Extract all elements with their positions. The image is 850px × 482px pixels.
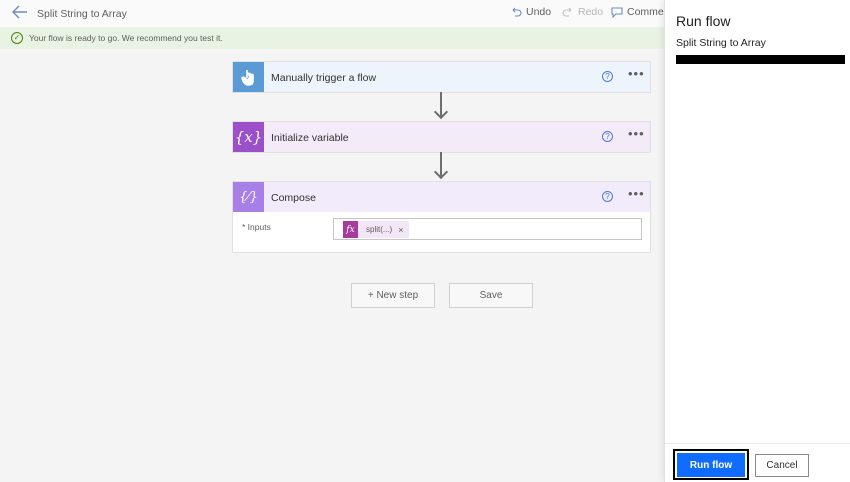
arrow-down-icon [433, 104, 449, 120]
help-icon[interactable]: ? [602, 71, 613, 82]
banner-text: Your flow is ready to go. We recommend y… [29, 33, 223, 43]
comment-icon [611, 7, 623, 18]
flow-title: Split String to Array [37, 8, 127, 20]
token-label: split(...) [366, 225, 393, 234]
comments-label: Comme [627, 6, 664, 18]
redo-icon [562, 7, 572, 17]
variable-icon: {x} [233, 122, 264, 152]
run-flow-panel: Run flow Split String to Array Run flow … [664, 0, 850, 482]
step-title: Initialize variable [271, 132, 349, 144]
panel-flow-name: Split String to Array [676, 37, 766, 49]
step-card-trigger[interactable]: Manually trigger a flow ? ••• [232, 61, 651, 93]
run-flow-button[interactable]: Run flow [677, 453, 745, 477]
step-title: Manually trigger a flow [271, 72, 377, 84]
redacted-connection [676, 55, 845, 64]
comments-button[interactable]: Comme [611, 6, 664, 18]
step-card-initialize-variable[interactable]: {x} Initialize variable ? ••• [232, 121, 651, 153]
compose-icon: {⁄} [233, 182, 264, 212]
inputs-field[interactable]: fx split(...) × [333, 218, 642, 240]
more-options-icon[interactable]: ••• [628, 127, 645, 140]
panel-title: Run flow [676, 13, 731, 29]
undo-button[interactable]: Undo [510, 6, 551, 18]
compose-inputs-row: * Inputs fx split(...) × [233, 212, 650, 252]
back-arrow-icon[interactable] [12, 5, 30, 21]
redo-button[interactable]: Redo [562, 6, 603, 18]
more-options-icon[interactable]: ••• [628, 187, 645, 200]
undo-icon [512, 7, 522, 17]
top-bar: Split String to Array Undo Redo Comme [0, 0, 664, 27]
more-options-icon[interactable]: ••• [628, 67, 645, 80]
inputs-label: * Inputs [242, 222, 271, 232]
ready-banner: ✓ Your flow is ready to go. We recommend… [0, 27, 664, 49]
help-icon[interactable]: ? [602, 191, 613, 202]
new-step-button[interactable]: + New step [351, 283, 435, 308]
help-icon[interactable]: ? [602, 131, 613, 142]
function-icon: fx [343, 221, 358, 238]
touch-icon [233, 62, 264, 92]
arrow-down-icon [433, 164, 449, 180]
expression-token[interactable]: fx split(...) × [343, 221, 409, 238]
step-card-compose[interactable]: {⁄} Compose ? ••• * Inputs fx split(...)… [232, 181, 651, 253]
step-title: Compose [271, 192, 316, 204]
panel-divider [665, 443, 850, 444]
redo-label: Redo [578, 6, 604, 18]
remove-token-icon[interactable]: × [398, 225, 403, 235]
checkmark-circle-icon: ✓ [11, 32, 23, 44]
cancel-button[interactable]: Cancel [755, 454, 809, 477]
save-button[interactable]: Save [449, 283, 533, 308]
undo-label: Undo [526, 6, 552, 18]
